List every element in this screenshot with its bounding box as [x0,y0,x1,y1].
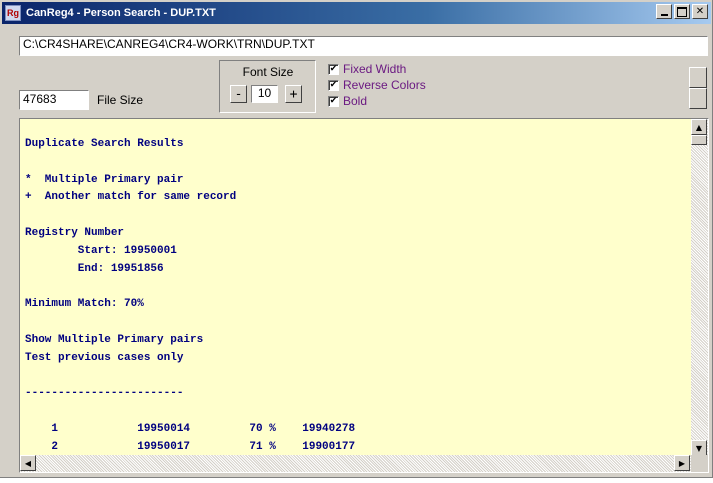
title-bar[interactable]: Rg CanReg4 - Person Search - DUP.TXT ✕ [2,2,711,24]
bold-label: Bold [343,94,368,108]
main-window: Rg CanReg4 - Person Search - DUP.TXT ✕ C… [0,0,713,478]
text-line: 1 19950014 70 % 19940278 [25,422,356,435]
bold-checkbox[interactable]: ✔ [328,95,339,107]
side-button-bottom[interactable] [689,88,707,109]
scroll-right-arrow-icon[interactable]: ▶ [674,455,690,471]
vertical-scrollbar[interactable]: ▲ ▼ [691,119,708,457]
text-line: 2 19950017 71 % 19900177 [25,440,356,453]
text-line [25,207,685,225]
vertical-scroll-thumb[interactable] [691,135,707,145]
text-line: Show Multiple Primary pairs [25,333,204,346]
side-button-top[interactable] [689,67,707,88]
bold-option[interactable]: ✔ Bold [328,94,367,108]
maximize-button[interactable] [674,4,690,19]
text-line: Test previous cases only [25,351,184,364]
scroll-up-arrow-icon[interactable]: ▲ [691,119,707,135]
reverse-colors-label: Reverse Colors [343,78,426,92]
results-text: Duplicate Search Results * Multiple Prima… [25,136,685,472]
text-line [25,278,685,296]
horizontal-scrollbar[interactable]: ◀ ▶ [20,455,691,472]
fixed-width-checkbox[interactable]: ✔ [328,63,339,75]
font-size-label: Font Size [242,65,294,79]
text-line [25,314,685,332]
text-line: Minimum Match: 70% [25,298,144,311]
font-size-group: Font Size - 10 + [219,60,316,113]
text-line: Registry Number [25,226,125,239]
text-line [25,367,685,385]
canreg-app-icon[interactable]: Rg [5,5,21,21]
text-line [25,403,685,421]
file-size-label: File Size [97,93,144,107]
results-text-area[interactable]: Duplicate Search Results * Multiple Prima… [19,118,709,473]
text-line: * Multiple Primary pair [25,173,184,186]
text-line: Start: 19950001 [25,244,177,257]
scroll-down-arrow-icon[interactable]: ▼ [691,440,707,456]
font-size-decrease-button[interactable]: - [230,85,247,103]
text-line: + Another match for same record [25,191,237,204]
text-line [25,154,685,172]
window-controls: ✕ [654,4,708,19]
scrollbar-corner [691,455,708,472]
reverse-colors-option[interactable]: ✔ Reverse Colors [328,78,426,92]
fixed-width-label: Fixed Width [343,62,407,76]
file-size-field[interactable]: 47683 [19,90,89,110]
close-button[interactable]: ✕ [692,4,708,19]
text-line: End: 19951856 [25,262,164,275]
reverse-colors-checkbox[interactable]: ✔ [328,79,339,91]
font-size-increase-button[interactable]: + [285,85,302,103]
file-path-field[interactable]: C:\CR4SHARE\CANREG4\CR4-WORK\TRN\DUP.TXT [19,36,708,56]
minimize-button[interactable] [656,4,672,19]
text-line: Duplicate Search Results [25,138,184,150]
window-title: CanReg4 - Person Search - DUP.TXT [26,7,216,19]
text-line: ------------------------ [25,387,184,400]
fixed-width-option[interactable]: ✔ Fixed Width [328,62,406,76]
scroll-left-arrow-icon[interactable]: ◀ [20,455,36,471]
font-size-value[interactable]: 10 [251,85,278,103]
